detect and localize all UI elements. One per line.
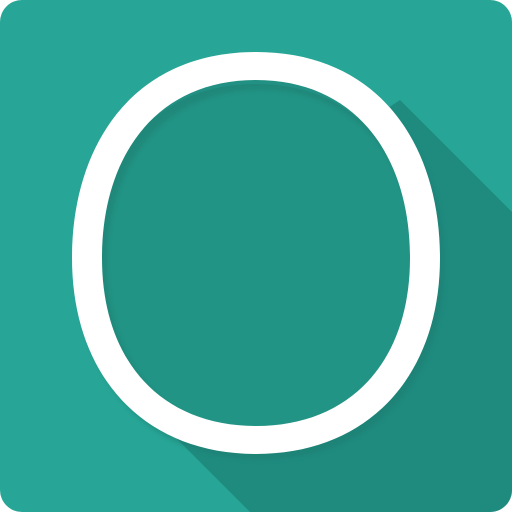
app-icon[interactable] [0, 0, 512, 512]
letter-o-icon [0, 0, 512, 512]
